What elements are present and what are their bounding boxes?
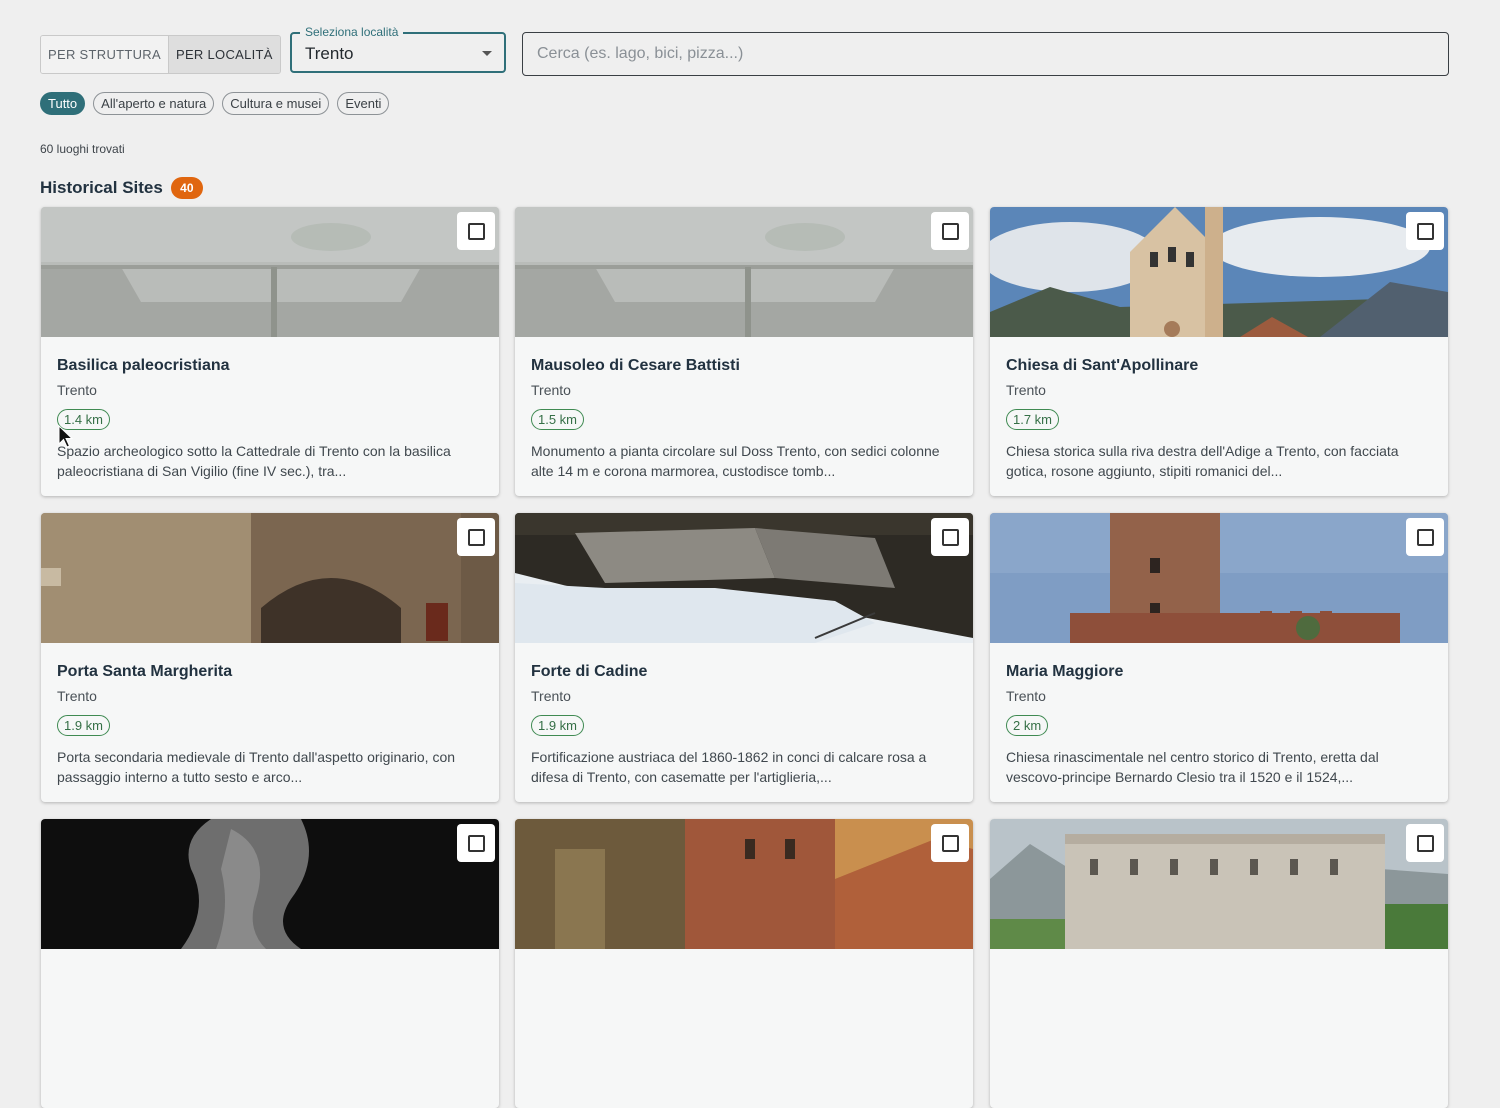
place-description: Chiesa rinascimentale nel centro storico… <box>1006 749 1379 785</box>
checkbox-icon <box>941 528 959 546</box>
place-card[interactable] <box>41 819 499 1108</box>
place-image <box>41 819 499 949</box>
place-description: Fortificazione austriaca del 1860-1862 i… <box>531 749 927 785</box>
place-location: Trento <box>1006 382 1046 398</box>
chevron-down-icon <box>482 51 492 56</box>
place-location: Trento <box>531 382 571 398</box>
filter-chip-outdoor[interactable]: All'aperto e natura <box>93 92 215 115</box>
place-card[interactable] <box>515 819 973 1108</box>
select-checkbox[interactable] <box>1406 824 1444 862</box>
filter-chip-tutto[interactable]: Tutto <box>40 92 86 115</box>
select-checkbox[interactable] <box>457 518 495 556</box>
place-title: Chiesa di Sant'Apollinare <box>1006 357 1199 374</box>
place-card[interactable]: Chiesa di Sant'Apollinare Trento 1.7 km … <box>990 207 1448 496</box>
distance-badge: 1.5 km <box>531 409 585 430</box>
place-description: Monumento a pianta circolare sul Doss Tr… <box>531 443 940 479</box>
place-image <box>41 513 499 643</box>
checkbox-icon <box>467 834 485 852</box>
checkbox-icon <box>941 222 959 240</box>
place-image <box>990 207 1448 337</box>
toggle-per-struttura[interactable]: PER STRUTTURA <box>41 36 169 73</box>
place-title: Basilica paleocristiana <box>57 357 230 374</box>
place-title: Forte di Cadine <box>531 663 648 680</box>
distance-badge: 1.7 km <box>1006 409 1060 430</box>
checkbox-icon <box>467 222 485 240</box>
select-checkbox[interactable] <box>931 212 969 250</box>
place-card[interactable] <box>990 819 1448 1108</box>
place-image <box>41 207 499 337</box>
checkbox-icon <box>467 528 485 546</box>
distance-badge: 2 km <box>1006 715 1049 736</box>
section-count-badge: 40 <box>170 177 203 199</box>
checkbox-icon <box>1416 222 1434 240</box>
location-select[interactable]: Seleziona località Trento <box>290 25 506 73</box>
select-checkbox[interactable] <box>457 824 495 862</box>
select-checkbox[interactable] <box>931 518 969 556</box>
mouse-cursor-icon <box>58 425 74 448</box>
place-image <box>515 513 973 643</box>
place-card[interactable]: Forte di Cadine Trento 1.9 km Fortificaz… <box>515 513 973 802</box>
place-title: Porta Santa Margherita <box>57 663 233 680</box>
place-card[interactable]: Mausoleo di Cesare Battisti Trento 1.5 k… <box>515 207 973 496</box>
place-title: Mausoleo di Cesare Battisti <box>531 357 740 374</box>
place-card[interactable]: Basilica paleocristiana Trento 1.4 km Sp… <box>41 207 499 496</box>
results-count: 60 luoghi trovati <box>40 142 125 156</box>
filter-chip-events[interactable]: Eventi <box>337 92 390 115</box>
checkbox-icon <box>1416 834 1434 852</box>
select-checkbox[interactable] <box>1406 212 1444 250</box>
checkbox-icon <box>941 834 959 852</box>
place-description: Porta secondaria medievale di Trento dal… <box>57 749 456 785</box>
place-title: Maria Maggiore <box>1006 663 1124 680</box>
select-checkbox[interactable] <box>931 824 969 862</box>
view-toggle: PER STRUTTURA PER LOCALITÀ <box>40 35 281 74</box>
place-card[interactable]: Porta Santa Margherita Trento 1.9 km Por… <box>41 513 499 802</box>
place-location: Trento <box>57 382 97 398</box>
section-header: Historical Sites 40 <box>40 177 203 199</box>
place-location: Trento <box>531 688 571 704</box>
checkbox-icon <box>1416 528 1434 546</box>
location-select-label: Seleziona località <box>300 25 404 39</box>
select-checkbox[interactable] <box>457 212 495 250</box>
place-image <box>515 819 973 949</box>
category-filters: Tutto All'aperto e natura Cultura e muse… <box>40 92 390 115</box>
place-description: Chiesa storica sulla riva destra dell'Ad… <box>1006 443 1399 479</box>
place-location: Trento <box>57 688 97 704</box>
place-card[interactable]: Maria Maggiore Trento 2 km Chiesa rinasc… <box>990 513 1448 802</box>
place-image <box>515 207 973 337</box>
location-select-value: Trento <box>305 44 354 63</box>
section-title: Historical Sites <box>40 178 163 197</box>
distance-badge: 1.9 km <box>531 715 585 736</box>
distance-badge: 1.9 km <box>57 715 111 736</box>
select-checkbox[interactable] <box>1406 518 1444 556</box>
place-location: Trento <box>1006 688 1046 704</box>
place-image <box>990 819 1448 949</box>
place-description: Spazio archeologico sotto la Cattedrale … <box>57 443 451 479</box>
toggle-per-localita[interactable]: PER LOCALITÀ <box>168 36 280 73</box>
filter-chip-culture[interactable]: Cultura e musei <box>222 92 330 115</box>
place-image <box>990 513 1448 643</box>
search-input[interactable] <box>522 32 1449 76</box>
